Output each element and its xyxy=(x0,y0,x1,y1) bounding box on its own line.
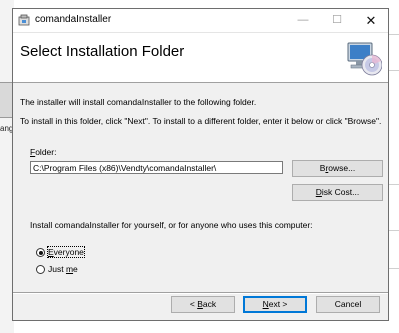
cancel-button[interactable]: Cancel xyxy=(316,296,380,313)
just-me-radio-label[interactable]: Just me xyxy=(48,264,78,274)
folder-label: Folder: xyxy=(30,147,56,157)
just-me-label-start: Just xyxy=(48,264,66,274)
disk-cost-button[interactable]: Disk Cost... xyxy=(292,184,383,201)
computer-cd-icon xyxy=(347,42,382,76)
minimize-button[interactable]: — xyxy=(286,9,320,32)
disk-cost-button-label: isk Cost... xyxy=(321,187,360,197)
back-button[interactable]: < Back xyxy=(171,296,235,313)
browse-button[interactable]: Browse... xyxy=(292,160,383,177)
folder-path-input[interactable]: C:\Program Files (x86)\Vendty\comandaIns… xyxy=(30,161,283,174)
back-button-label: ack xyxy=(202,299,217,309)
everyone-label-text: veryone xyxy=(53,247,84,257)
just-me-mnemonic: m xyxy=(65,264,74,274)
next-button-label: ext > xyxy=(268,299,288,309)
footer-divider-highlight xyxy=(13,293,388,294)
page-title: Select Installation Folder xyxy=(20,43,185,60)
intro-text: The installer will install comandaInstal… xyxy=(20,97,257,107)
folder-label-text: older: xyxy=(35,147,57,157)
title-bar[interactable]: comandaInstaller — ☐ ✕ xyxy=(13,9,388,33)
window-title: comandaInstaller xyxy=(35,14,112,25)
next-button[interactable]: Next > xyxy=(243,296,307,313)
install-for-text: Install comandaInstaller for yourself, o… xyxy=(30,220,313,230)
header-banner: Select Installation Folder xyxy=(13,33,388,83)
just-me-label-end: e xyxy=(73,264,78,274)
maximize-button[interactable]: ☐ xyxy=(320,9,354,32)
close-button[interactable]: ✕ xyxy=(354,9,388,32)
just-me-radio[interactable] xyxy=(36,265,45,274)
everyone-radio-label[interactable]: Everyone xyxy=(47,246,85,258)
installer-window: comandaInstaller — ☐ ✕ Select Installati… xyxy=(12,8,389,321)
browse-button-label-end: owse... xyxy=(328,163,356,173)
instructions-text: To install in this folder, click "Next".… xyxy=(20,116,382,126)
installer-app-icon xyxy=(18,14,30,26)
everyone-radio[interactable] xyxy=(36,248,45,257)
